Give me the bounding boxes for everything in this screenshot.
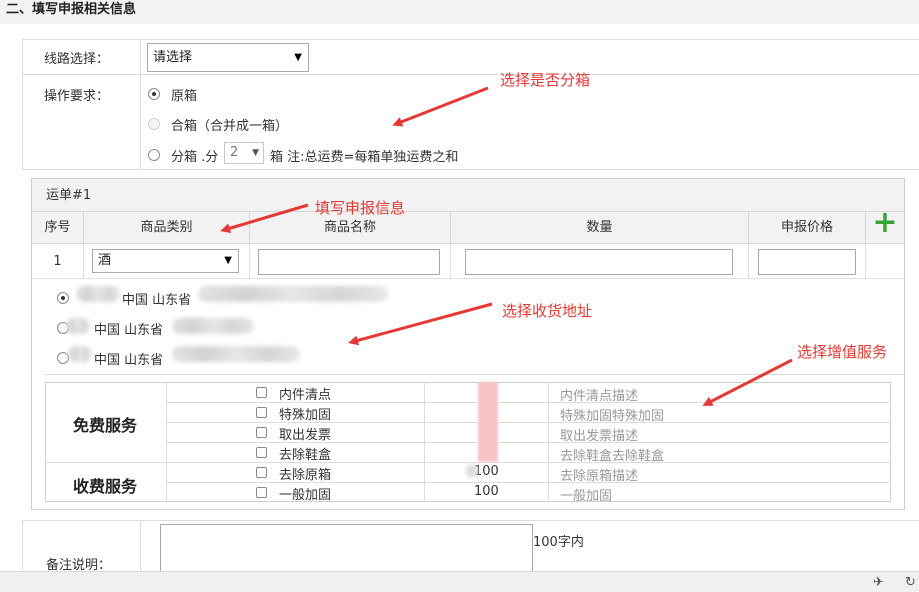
- arrow-address: [348, 302, 493, 346]
- arrow-declare-info: [220, 203, 309, 234]
- arrow-value-added: [702, 358, 793, 406]
- arrow-split-box: [392, 86, 489, 127]
- annotation-arrows: [220, 86, 793, 406]
